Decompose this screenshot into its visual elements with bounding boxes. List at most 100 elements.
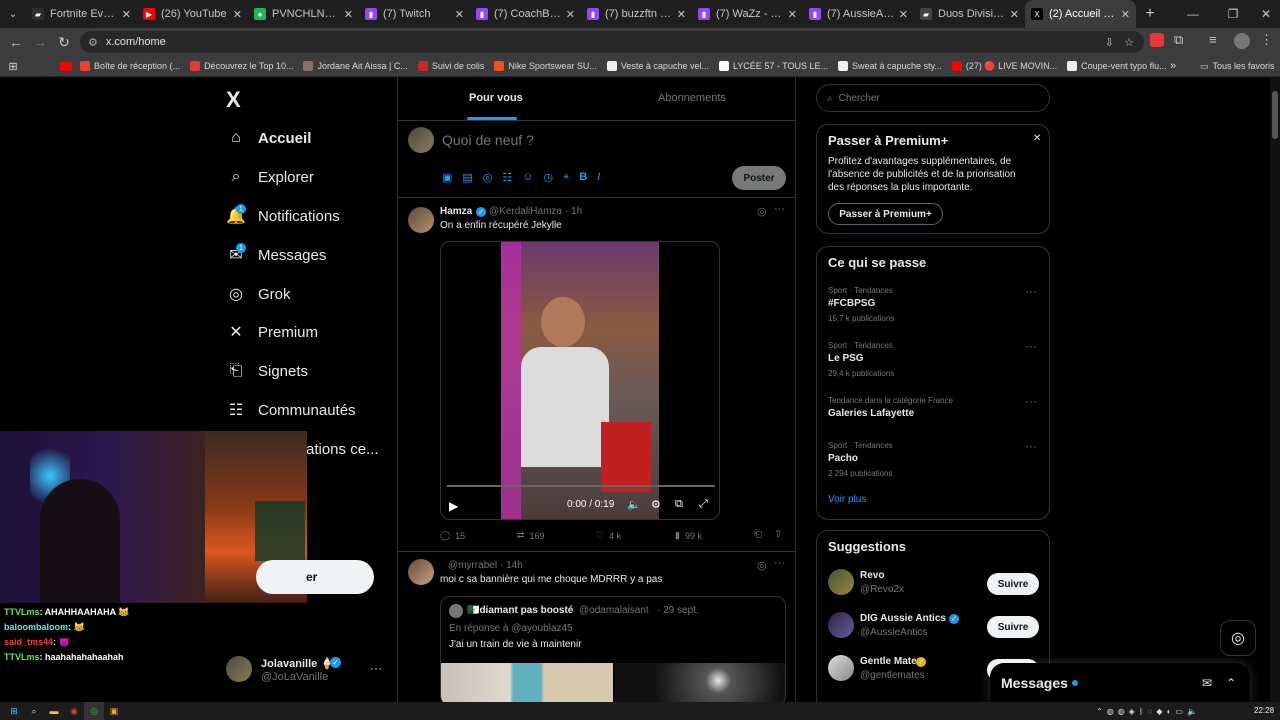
tweet-avatar[interactable] <box>408 207 434 233</box>
tray-overflow-icon[interactable]: ⌃ <box>1096 707 1103 716</box>
app-taskbar-icon[interactable]: ▣ <box>104 702 124 720</box>
follow-button[interactable]: Suivre <box>987 573 1039 595</box>
bookmark-item[interactable]: LYCÉE 57 - TOUS LE... <box>718 61 828 71</box>
suggestion-avatar[interactable] <box>828 655 854 681</box>
views-action[interactable]: ▮ 99 k <box>675 530 702 541</box>
forward-icon[interactable]: → <box>28 30 52 54</box>
site-info-icon[interactable]: ⚙ <box>88 36 98 49</box>
address-bar[interactable]: ⚙ x.com/home ⇩ ☆ <box>80 31 1144 53</box>
emoji-icon[interactable]: ☺ <box>522 171 533 184</box>
page-scrollbar[interactable] <box>1270 77 1280 702</box>
bookmarks-overflow-icon[interactable]: » <box>1170 60 1176 72</box>
bold-icon[interactable]: B <box>579 171 587 184</box>
trend-more-icon[interactable]: ··· <box>1025 394 1037 408</box>
trend-more-icon[interactable]: ··· <box>1025 284 1037 298</box>
bookmark-action-icon[interactable]: ⎗ <box>754 529 762 540</box>
image-icon[interactable]: ▣ <box>442 171 452 184</box>
browser-tab[interactable]: X (2) Accueil / X ✕ <box>1025 0 1136 28</box>
apps-icon[interactable]: ⊞ <box>0 60 26 73</box>
reply-action[interactable]: ◯ 15 <box>440 530 465 541</box>
search-input[interactable]: ⌕ Chercher <box>816 84 1050 112</box>
tweet-handle[interactable]: @myrrabel <box>448 560 497 571</box>
tray-app-icon[interactable]: ◍ <box>1107 707 1114 716</box>
network-icon[interactable]: ▭ <box>1175 707 1183 716</box>
tray-app-icon[interactable]: ◌ <box>1148 707 1153 716</box>
grok-explain-icon[interactable]: ◎ <box>757 559 767 572</box>
premium-subscribe-button[interactable]: Passer à Premium+ <box>828 203 943 225</box>
suggestion-avatar[interactable] <box>828 612 854 638</box>
browser-tab[interactable]: ▶ (26) YouTube ✕ <box>137 0 248 28</box>
youtube-bookmark-icon[interactable] <box>60 61 72 71</box>
nav-item[interactable]: ⌕ Explorer <box>226 162 314 192</box>
new-tab-button[interactable]: + <box>1136 5 1164 23</box>
bookmark-item[interactable]: Découvrez le Top 10... <box>190 61 293 71</box>
pip-icon[interactable]: ⧉ <box>675 498 683 511</box>
bookmark-star-icon[interactable]: ☆ <box>1124 36 1134 49</box>
nav-item[interactable]: ✕ Premium <box>226 317 318 347</box>
trend-more-icon[interactable]: ··· <box>1025 339 1037 353</box>
like-action[interactable]: ♡ 4 k <box>596 530 621 541</box>
grok-explain-icon[interactable]: ◎ <box>757 205 767 218</box>
tray-app-icon[interactable]: ◐ <box>1167 707 1172 716</box>
extensions-puzzle-icon[interactable]: ⧉ <box>1174 32 1183 48</box>
opera-icon[interactable]: ◉ <box>64 702 84 720</box>
quote-image-1[interactable] <box>441 663 613 702</box>
volume-tray-icon[interactable]: 🔈 <box>1187 707 1197 716</box>
tab-close-icon[interactable]: ✕ <box>122 8 131 21</box>
clock[interactable]: 22:28 <box>1254 706 1274 715</box>
trends-show-more[interactable]: Voir plus <box>828 494 866 505</box>
tab-close-icon[interactable]: ✕ <box>566 8 575 21</box>
tab-close-icon[interactable]: ✕ <box>1121 8 1130 21</box>
tab-for-you[interactable]: Pour vous <box>469 92 523 104</box>
x-logo[interactable]: X <box>226 87 241 113</box>
tab-close-icon[interactable]: ✕ <box>899 8 908 21</box>
browser-tab[interactable]: ▮ (7) buzzftn - Twit ✕ <box>581 0 692 28</box>
play-icon[interactable]: ▶ <box>449 499 458 513</box>
media-icon[interactable]: ≡ <box>1209 32 1217 47</box>
italic-icon[interactable]: I <box>597 171 600 184</box>
compose-input[interactable]: Quoi de neuf ? <box>442 132 534 148</box>
all-bookmarks[interactable]: ▭ Tous les favoris <box>1200 61 1275 72</box>
share-icon[interactable]: ⇧ <box>774 529 782 540</box>
bluetooth-icon[interactable]: ᛒ <box>1139 707 1144 716</box>
chrome-taskbar-icon[interactable]: ◎ <box>84 702 104 720</box>
browser-tab[interactable]: ▮ (7) WaZz - Twitch ✕ <box>692 0 803 28</box>
browser-tab[interactable]: ▰ Fortnite Events - E ✕ <box>26 0 137 28</box>
bookmark-item[interactable]: Veste à capuche vel... <box>606 61 709 71</box>
tab-close-icon[interactable]: ✕ <box>677 8 686 21</box>
grok-compose-icon[interactable]: ◎ <box>483 171 493 184</box>
video-progress-bar[interactable] <box>447 485 715 487</box>
tab-close-icon[interactable]: ✕ <box>1010 8 1019 21</box>
reload-icon[interactable]: ↻ <box>52 30 76 54</box>
video-player[interactable]: ▶ 0:00 / 0:19 🔈 ⚙ ⧉ ⤢ <box>440 241 720 520</box>
new-message-icon[interactable]: ✉ <box>1202 676 1212 690</box>
browser-tab[interactable]: ▰ Duos Division 1 a ✕ <box>914 0 1025 28</box>
suggestion-avatar[interactable] <box>828 569 854 595</box>
tab-close-icon[interactable]: ✕ <box>455 8 464 21</box>
nav-item[interactable]: ✉ 1 Messages <box>226 240 326 270</box>
tweet-more-icon[interactable]: ··· <box>774 203 785 215</box>
volume-icon[interactable]: 🔈 <box>627 498 641 511</box>
tray-app-icon[interactable]: ◍ <box>1118 707 1125 716</box>
post-button[interactable]: Poster <box>732 166 786 190</box>
profile-avatar-small[interactable] <box>226 656 252 682</box>
profile-more-icon[interactable]: ··· <box>370 661 382 675</box>
tab-close-icon[interactable]: ✕ <box>233 8 242 21</box>
bookmark-item[interactable]: Sweat à capuche sty... <box>838 61 942 71</box>
bookmark-item[interactable]: Jordane Ait Aissa | C... <box>303 61 408 71</box>
bookmark-item[interactable]: Nike Sportswear SU... <box>494 61 597 71</box>
settings-icon[interactable]: ⚙ <box>651 498 661 511</box>
follow-button[interactable]: Suivre <box>987 616 1039 638</box>
tab-close-icon[interactable]: ✕ <box>344 8 353 21</box>
bookmark-item[interactable]: Boîte de réception (... <box>80 61 180 71</box>
nav-item[interactable]: ☷ Communautés <box>226 395 356 425</box>
browser-tab[interactable]: ▮ (7) CoachBoop - T ✕ <box>470 0 581 28</box>
window-close-icon[interactable]: ✕ <box>1246 0 1280 28</box>
tweet-avatar[interactable] <box>408 559 434 585</box>
tweet-time[interactable]: · 14h <box>500 560 523 571</box>
expand-icon[interactable]: ⌃ <box>1226 676 1236 690</box>
windows-start-icon[interactable]: ⊞ <box>4 702 24 720</box>
minimize-icon[interactable]: — <box>1173 0 1213 28</box>
fullscreen-icon[interactable]: ⤢ <box>699 498 708 511</box>
tweet-author[interactable]: Hamza <box>440 206 472 217</box>
